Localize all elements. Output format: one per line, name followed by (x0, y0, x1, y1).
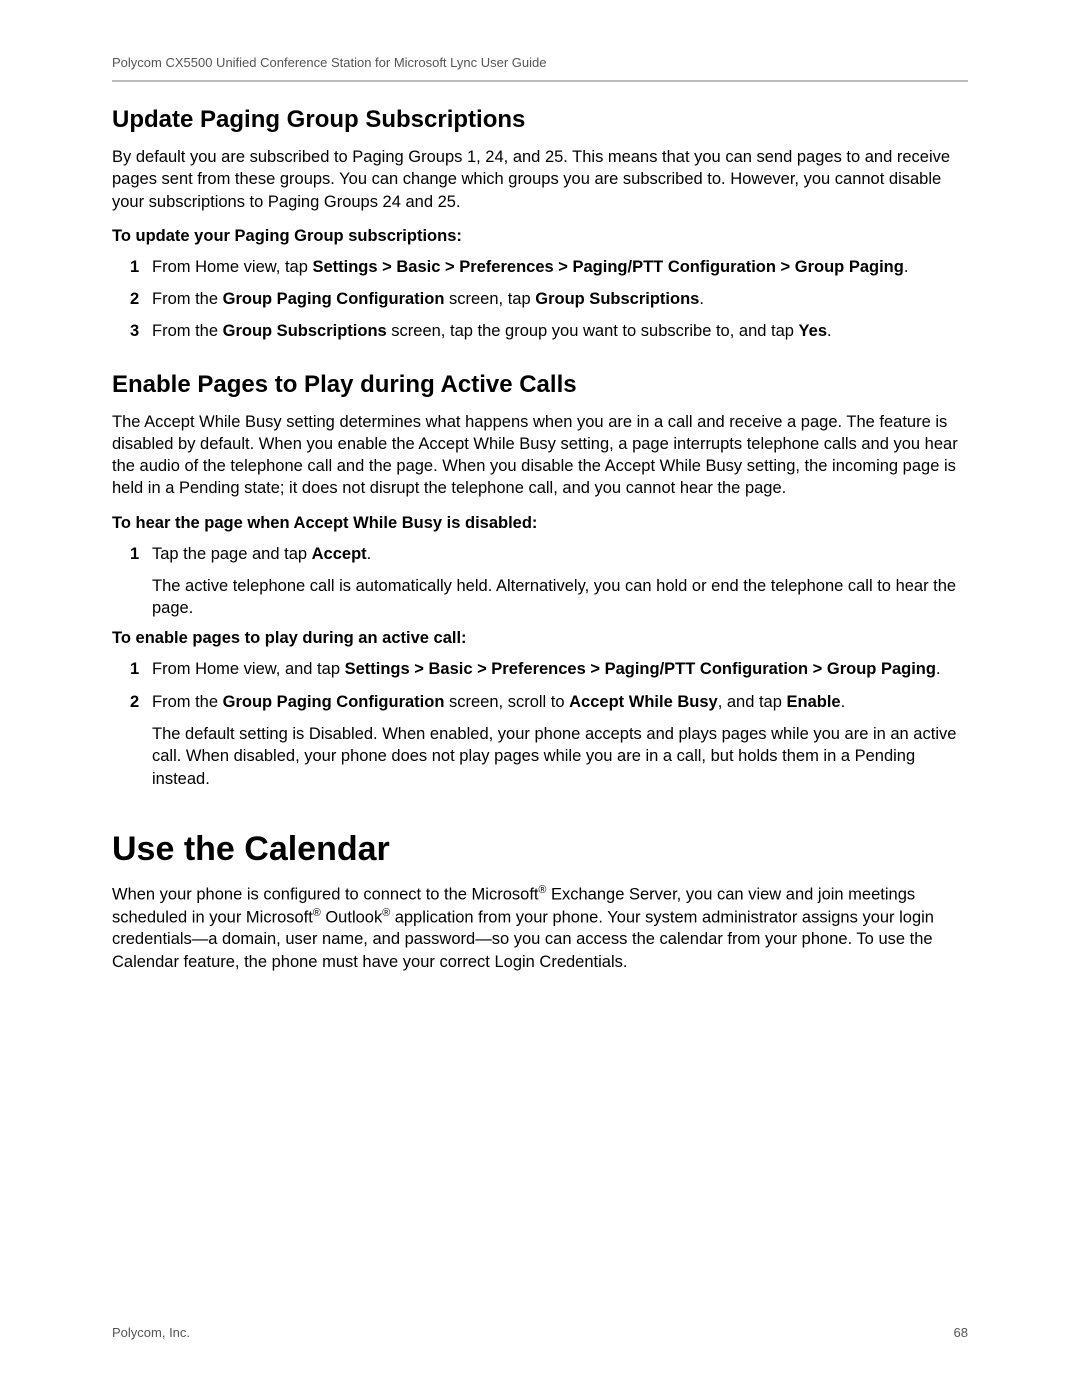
section2-lead2: To enable pages to play during an active… (112, 629, 968, 648)
step-bold: Group Paging Configuration (223, 693, 445, 711)
section-heading-update-paging: Update Paging Group Subscriptions (112, 106, 968, 134)
section2-steps2: 1 From Home view, and tap Settings > Bas… (112, 658, 968, 789)
step-text: . (699, 290, 704, 308)
footer-page-number: 68 (954, 1325, 968, 1340)
section1-step-2: 2 From the Group Paging Configuration sc… (112, 288, 968, 310)
step-number: 1 (130, 543, 139, 565)
step-text: From the (152, 290, 223, 308)
section3-body: When your phone is configured to connect… (112, 883, 968, 973)
step-bold: Yes (799, 322, 827, 340)
step-number: 1 (130, 256, 139, 278)
registered-icon: ® (313, 907, 321, 919)
step-sub: The active telephone call is automatical… (152, 575, 968, 620)
section1-intro: By default you are subscribed to Paging … (112, 146, 968, 213)
step-number: 3 (130, 320, 139, 342)
step-bold: Enable (787, 693, 841, 711)
section2-steps2-step-2: 2 From the Group Paging Configuration sc… (112, 691, 968, 790)
step-bold: Group Paging Configuration (223, 290, 445, 308)
p-text: Outlook (321, 908, 382, 926)
section2-steps1-step-1: 1 Tap the page and tap Accept. The activ… (112, 543, 968, 620)
section2-intro: The Accept While Busy setting determines… (112, 411, 968, 500)
step-number: 1 (130, 658, 139, 680)
step-text: . (936, 660, 941, 678)
step-bold: Accept (312, 545, 367, 563)
section2-lead1: To hear the page when Accept While Busy … (112, 514, 968, 533)
running-header: Polycom CX5500 Unified Conference Statio… (112, 55, 968, 70)
step-text: screen, tap (444, 290, 535, 308)
section-heading-use-calendar: Use the Calendar (112, 830, 968, 869)
step-text: From Home view, tap (152, 258, 312, 276)
step-number: 2 (130, 691, 139, 713)
step-text: . (367, 545, 372, 563)
step-sub: The default setting is Disabled. When en… (152, 723, 968, 790)
step-bold: Settings > Basic > Preferences > Paging/… (345, 660, 936, 678)
header-rule (112, 80, 968, 82)
page-content: Polycom CX5500 Unified Conference Statio… (112, 55, 968, 987)
step-bold: Group Subscriptions (535, 290, 699, 308)
section-heading-enable-pages: Enable Pages to Play during Active Calls (112, 371, 968, 399)
step-text: From Home view, and tap (152, 660, 345, 678)
step-text: From the (152, 693, 223, 711)
section2-steps2-step-1: 1 From Home view, and tap Settings > Bas… (112, 658, 968, 680)
step-text: . (904, 258, 909, 276)
page-footer: Polycom, Inc. 68 (112, 1325, 968, 1340)
step-text: . (827, 322, 832, 340)
step-text: screen, tap the group you want to subscr… (387, 322, 799, 340)
step-text: screen, scroll to (444, 693, 569, 711)
step-bold: Accept While Busy (569, 693, 718, 711)
step-number: 2 (130, 288, 139, 310)
section2-steps1: 1 Tap the page and tap Accept. The activ… (112, 543, 968, 620)
section1-step-3: 3 From the Group Subscriptions screen, t… (112, 320, 968, 342)
section1-steps: 1 From Home view, tap Settings > Basic >… (112, 256, 968, 343)
registered-icon: ® (382, 907, 390, 919)
step-bold: Group Subscriptions (223, 322, 387, 340)
step-bold: Settings > Basic > Preferences > Paging/… (312, 258, 903, 276)
step-text: . (841, 693, 846, 711)
section1-lead: To update your Paging Group subscription… (112, 227, 968, 246)
step-text: From the (152, 322, 223, 340)
section1-step-1: 1 From Home view, tap Settings > Basic >… (112, 256, 968, 278)
step-text: , and tap (718, 693, 787, 711)
footer-company: Polycom, Inc. (112, 1325, 190, 1340)
step-text: Tap the page and tap (152, 545, 312, 563)
p-text: When your phone is configured to connect… (112, 885, 539, 903)
